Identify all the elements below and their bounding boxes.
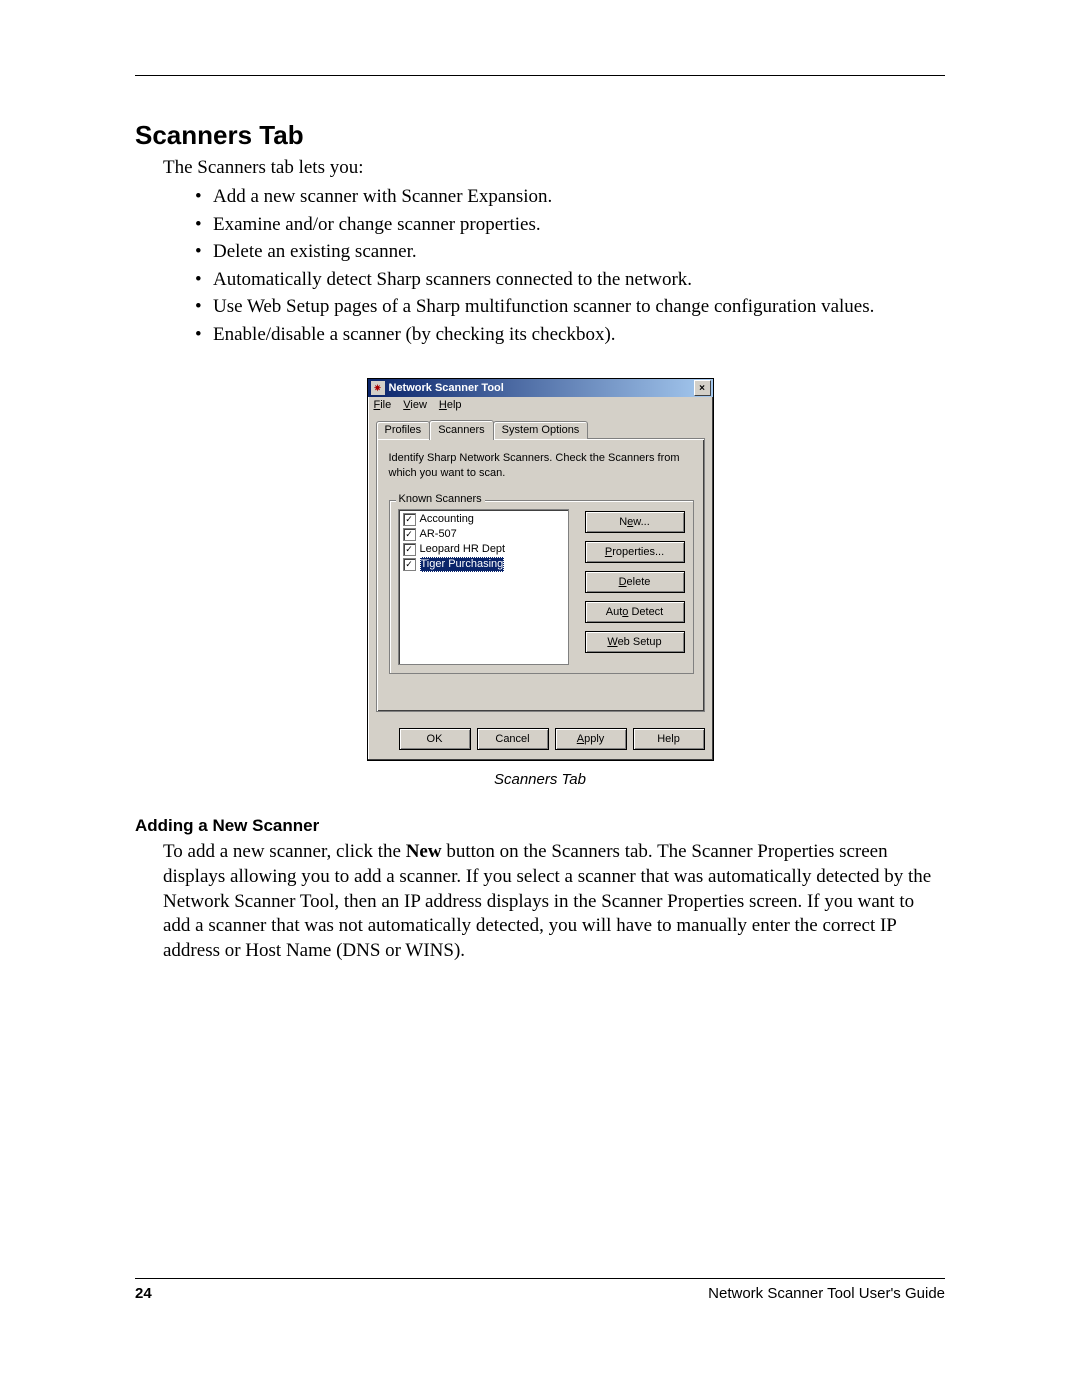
screenshot-figure: ✷ Network Scanner Tool × File View Help … — [135, 378, 945, 788]
dialog-title-text: Network Scanner Tool — [389, 382, 694, 394]
bullet-item: Examine and/or change scanner properties… — [195, 211, 945, 239]
groupbox-label: Known Scanners — [396, 493, 485, 505]
checkbox-icon[interactable]: ✓ — [403, 543, 416, 556]
close-icon[interactable]: × — [694, 380, 711, 396]
page-footer: 24 Network Scanner Tool User's Guide — [135, 1278, 945, 1302]
app-icon: ✷ — [371, 381, 385, 395]
dialog-window: ✷ Network Scanner Tool × File View Help … — [367, 378, 714, 761]
checkbox-icon[interactable]: ✓ — [403, 513, 416, 526]
body-paragraph: To add a new scanner, click the New butt… — [163, 840, 945, 963]
tab-strip: Profiles Scanners System Options — [376, 419, 705, 439]
new-button[interactable]: New... — [585, 511, 685, 533]
subheading: Adding a New Scanner — [135, 816, 945, 836]
web-setup-button[interactable]: Web Setup — [585, 631, 685, 653]
body-pre: To add a new scanner, click the — [163, 841, 406, 862]
instruction-text: Identify Sharp Network Scanners. Check t… — [389, 451, 694, 480]
main-content: Scanners Tab The Scanners tab lets you: … — [135, 120, 945, 964]
tab-profiles[interactable]: Profiles — [376, 421, 431, 439]
tab-scanners[interactable]: Scanners — [429, 420, 493, 440]
menu-help[interactable]: Help — [439, 399, 462, 411]
help-button[interactable]: Help — [633, 728, 705, 750]
list-item[interactable]: ✓ Tiger Purchasing — [401, 557, 566, 572]
cancel-button[interactable]: Cancel — [477, 728, 549, 750]
dialog-body: Profiles Scanners System Options Identif… — [368, 413, 713, 720]
list-item-label: Tiger Purchasing — [420, 557, 505, 572]
button-column: New... Properties... Delete Auto Detect … — [577, 509, 685, 665]
dialog-bottom-buttons: OK Cancel Apply Help — [368, 720, 713, 760]
menu-file[interactable]: File — [374, 399, 392, 411]
bullet-list: Add a new scanner with Scanner Expansion… — [195, 183, 945, 348]
tab-pane: Identify Sharp Network Scanners. Check t… — [376, 438, 705, 712]
section-title: Scanners Tab — [135, 120, 945, 151]
header-rule — [135, 75, 945, 76]
bullet-item: Enable/disable a scanner (by checking it… — [195, 321, 945, 349]
scanner-listbox[interactable]: ✓ Accounting ✓ AR-507 ✓ Leopard HR Dept — [398, 509, 569, 665]
checkbox-icon[interactable]: ✓ — [403, 528, 416, 541]
dialog-titlebar: ✷ Network Scanner Tool × — [368, 379, 713, 397]
menu-view[interactable]: View — [403, 399, 427, 411]
checkbox-icon[interactable]: ✓ — [403, 558, 416, 571]
bullet-item: Automatically detect Sharp scanners conn… — [195, 266, 945, 294]
delete-button[interactable]: Delete — [585, 571, 685, 593]
menu-bar: File View Help — [368, 397, 713, 413]
bullet-item: Delete an existing scanner. — [195, 238, 945, 266]
list-item[interactable]: ✓ AR-507 — [401, 527, 566, 542]
list-item-label: Leopard HR Dept — [420, 542, 506, 557]
bullet-item: Use Web Setup pages of a Sharp multifunc… — [195, 293, 945, 321]
ok-button[interactable]: OK — [399, 728, 471, 750]
known-scanners-group: Known Scanners ✓ Accounting ✓ AR-507 — [389, 500, 694, 674]
figure-caption: Scanners Tab — [494, 771, 586, 788]
list-item-label: Accounting — [420, 512, 474, 527]
list-item[interactable]: ✓ Accounting — [401, 512, 566, 527]
list-item-label: AR-507 — [420, 527, 457, 542]
intro-text: The Scanners tab lets you: — [163, 157, 945, 179]
tab-system-options[interactable]: System Options — [493, 421, 589, 439]
bullet-item: Add a new scanner with Scanner Expansion… — [195, 183, 945, 211]
page-number: 24 — [135, 1285, 152, 1302]
list-item[interactable]: ✓ Leopard HR Dept — [401, 542, 566, 557]
apply-button[interactable]: Apply — [555, 728, 627, 750]
auto-detect-button[interactable]: Auto Detect — [585, 601, 685, 623]
footer-guide-title: Network Scanner Tool User's Guide — [708, 1285, 945, 1302]
body-bold: New — [406, 841, 442, 862]
properties-button[interactable]: Properties... — [585, 541, 685, 563]
